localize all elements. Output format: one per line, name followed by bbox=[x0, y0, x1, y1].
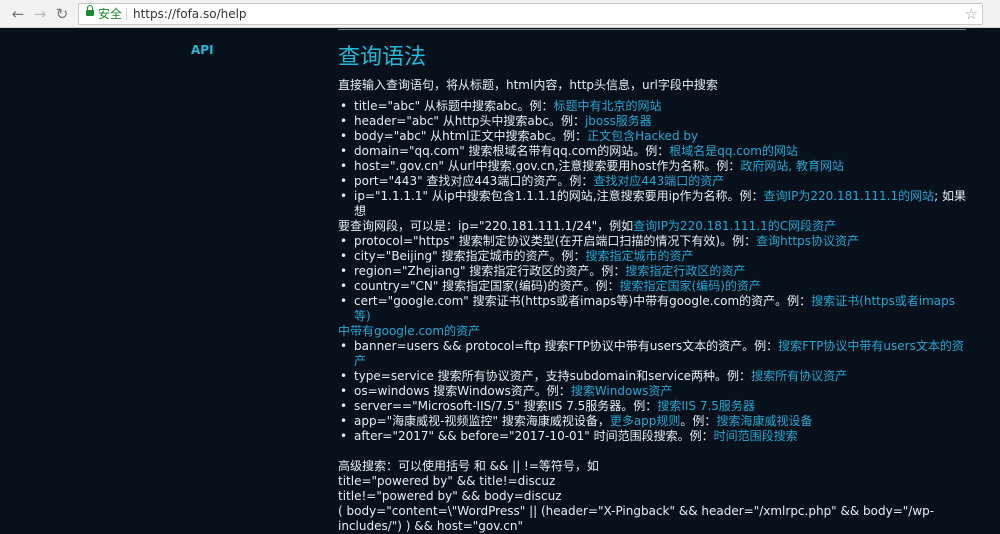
example-link[interactable]: 时间范围段搜索 bbox=[714, 429, 798, 443]
example-link[interactable]: 查找对应443端口的资产 bbox=[593, 174, 724, 188]
example-link[interactable]: 搜索IIS 7.5服务器 bbox=[657, 399, 755, 413]
example-link[interactable]: 正文包含Hacked by bbox=[587, 129, 698, 143]
syntax-description: ip="1.1.1.1" 从ip中搜索包含1.1.1.1的网站,注意搜索要用ip… bbox=[354, 189, 764, 203]
syntax-description-tail: 。例： bbox=[680, 414, 717, 428]
syntax-description: after="2017" && before="2017-10-01" 时间范围… bbox=[354, 429, 714, 443]
reload-icon[interactable]: ↻ bbox=[52, 4, 72, 24]
advanced-search-example: ( body="content=\"WordPress" || (header=… bbox=[338, 504, 935, 518]
example-link[interactable]: 政府网站, 教育网站 bbox=[740, 159, 844, 173]
intro-text: 直接输入查询语句，将从标题，html内容，http头信息，url字段中搜索 bbox=[338, 78, 718, 92]
forward-arrow-icon[interactable]: → bbox=[30, 4, 50, 24]
example-link[interactable]: 搜索Windows资产 bbox=[571, 384, 673, 398]
syntax-description: region="Zhejiang" 搜索指定行政区的资产。例： bbox=[354, 264, 626, 278]
example-link[interactable]: 更多app规则 bbox=[610, 414, 681, 428]
list-item: domain="qq.com" 搜索根域名带有qq.com的网站。例：根域名是q… bbox=[338, 144, 966, 159]
syntax-description: type=service 搜索所有协议资产，支持subdomain和servic… bbox=[354, 369, 752, 383]
example-link[interactable]: 搜索指定城市的资产 bbox=[586, 249, 694, 263]
back-arrow-icon[interactable]: ← bbox=[8, 4, 28, 24]
example-link[interactable]: 搜索指定国家(编码)的资产 bbox=[620, 279, 761, 293]
list-item: after="2017" && before="2017-10-01" 时间范围… bbox=[338, 429, 966, 444]
list-item: type=service 搜索所有协议资产，支持subdomain和servic… bbox=[338, 369, 966, 384]
example-link[interactable]: 根域名是qq.com的网站 bbox=[669, 144, 798, 158]
syntax-description: header="abc" 从http头中搜索abc。例： bbox=[354, 114, 585, 128]
example-link[interactable]: 搜索海康威视设备 bbox=[716, 414, 812, 428]
list-item: body="abc" 从html正文中搜索abc。例：正文包含Hacked by bbox=[338, 129, 966, 144]
list-item: port="443" 查找对应443端口的资产。例：查找对应443端口的资产 bbox=[338, 174, 966, 189]
list-item-continuation: 中带有google.com的资产 bbox=[338, 324, 966, 339]
address-bar[interactable]: 安全 https://fofa.so/help ☆ bbox=[78, 3, 983, 25]
advanced-search-block: 高级搜索：可以使用括号 和 && || !=等符号，如 title="powere… bbox=[338, 459, 966, 534]
sidebar-item-api[interactable]: API bbox=[191, 43, 214, 57]
syntax-description: cert="google.com" 搜索证书(https或者imaps等)中带有… bbox=[354, 294, 812, 308]
syntax-description: title="abc" 从标题中搜索abc。例： bbox=[354, 99, 554, 113]
list-item: title="abc" 从标题中搜索abc。例：标题中有北京的网站 bbox=[338, 99, 966, 114]
list-item: protocol="https" 搜索制定协议类型(在开启端口扫描的情况下有效)… bbox=[338, 234, 966, 249]
list-item: banner=users && protocol=ftp 搜索FTP协议中带有u… bbox=[338, 339, 966, 369]
example-link[interactable]: 查询https协议资产 bbox=[756, 234, 859, 248]
example-link[interactable]: 搜索指定行政区的资产 bbox=[625, 264, 745, 278]
example-link[interactable]: 搜索所有协议资产 bbox=[751, 369, 847, 383]
syntax-description: app="海康威视-视频监控" 搜索海康威视设备， bbox=[354, 414, 610, 428]
example-link[interactable]: 查询IP为220.181.111.1的C网段资产 bbox=[633, 219, 836, 233]
page-title: 查询语法 bbox=[338, 45, 427, 70]
list-item: region="Zhejiang" 搜索指定行政区的资产。例：搜索指定行政区的资… bbox=[338, 264, 966, 279]
url-text[interactable]: https://fofa.so/help bbox=[133, 4, 247, 24]
advanced-search-example: title!="powered by" && body=discuz bbox=[338, 489, 562, 503]
list-item: ip="1.1.1.1" 从ip中搜索包含1.1.1.1的网站,注意搜索要用ip… bbox=[338, 189, 966, 219]
help-content: 查询语法 直接输入查询语句，将从标题，html内容，http头信息，url字段中… bbox=[338, 44, 966, 534]
syntax-description: port="443" 查找对应443端口的资产。例： bbox=[354, 174, 594, 188]
lock-icon bbox=[86, 5, 94, 18]
list-item: os=windows 搜索Windows资产。例：搜索Windows资产 bbox=[338, 384, 966, 399]
syntax-description: body="abc" 从html正文中搜索abc。例： bbox=[354, 129, 588, 143]
advanced-search-example: title="powered by" && title!=discuz bbox=[338, 474, 556, 488]
syntax-description: banner=users && protocol=ftp 搜索FTP协议中带有u… bbox=[354, 339, 779, 353]
syntax-description: 要查询网段，可以是：ip="220.181.111.1/24"，例如 bbox=[338, 219, 634, 233]
syntax-description: city="Beijing" 搜索指定城市的资产。例： bbox=[354, 249, 586, 263]
advanced-search-example: includes/") ) && host="gov.cn" bbox=[338, 519, 523, 533]
list-item: host=".gov.cn" 从url中搜索.gov.cn,注意搜索要用host… bbox=[338, 159, 966, 174]
example-link[interactable]: 查询IP为220.181.111.1的网站 bbox=[764, 189, 935, 203]
example-link[interactable]: 标题中有北京的网站 bbox=[554, 99, 662, 113]
syntax-description: protocol="https" 搜索制定协议类型(在开启端口扫描的情况下有效)… bbox=[354, 234, 757, 248]
list-item: app="海康威视-视频监控" 搜索海康威视设备，更多app规则。例：搜索海康威… bbox=[338, 414, 966, 429]
browser-toolbar: ← → ↻ 安全 https://fofa.so/help ☆ bbox=[0, 0, 1000, 28]
list-item: server=="Microsoft-IIS/7.5" 搜索IIS 7.5服务器… bbox=[338, 399, 966, 414]
list-item: country="CN" 搜索指定国家(编码)的资产。例：搜索指定国家(编码)的… bbox=[338, 279, 966, 294]
list-item-continuation: 要查询网段，可以是：ip="220.181.111.1/24"，例如查询IP为2… bbox=[338, 219, 966, 234]
syntax-description: os=windows 搜索Windows资产。例： bbox=[354, 384, 571, 398]
address-separator bbox=[126, 8, 127, 20]
syntax-description: country="CN" 搜索指定国家(编码)的资产。例： bbox=[354, 279, 620, 293]
list-item: city="Beijing" 搜索指定城市的资产。例：搜索指定城市的资产 bbox=[338, 249, 966, 264]
syntax-description: host=".gov.cn" 从url中搜索.gov.cn,注意搜索要用host… bbox=[354, 159, 741, 173]
example-link[interactable]: 中带有google.com的资产 bbox=[338, 324, 480, 338]
syntax-description: domain="qq.com" 搜索根域名带有qq.com的网站。例： bbox=[354, 144, 670, 158]
bookmark-star-icon[interactable]: ☆ bbox=[965, 4, 978, 24]
syntax-list: title="abc" 从标题中搜索abc。例：标题中有北京的网站header=… bbox=[338, 99, 966, 444]
secure-label: 安全 bbox=[98, 7, 123, 21]
example-link[interactable]: jboss服务器 bbox=[585, 114, 652, 128]
list-item: cert="google.com" 搜索证书(https或者imaps等)中带有… bbox=[338, 294, 966, 324]
syntax-description: server=="Microsoft-IIS/7.5" 搜索IIS 7.5服务器… bbox=[354, 399, 658, 413]
advanced-search-intro: 高级搜索：可以使用括号 和 && || !=等符号，如 bbox=[338, 459, 599, 473]
list-item: header="abc" 从http头中搜索abc。例：jboss服务器 bbox=[338, 114, 966, 129]
content-divider bbox=[338, 29, 966, 30]
